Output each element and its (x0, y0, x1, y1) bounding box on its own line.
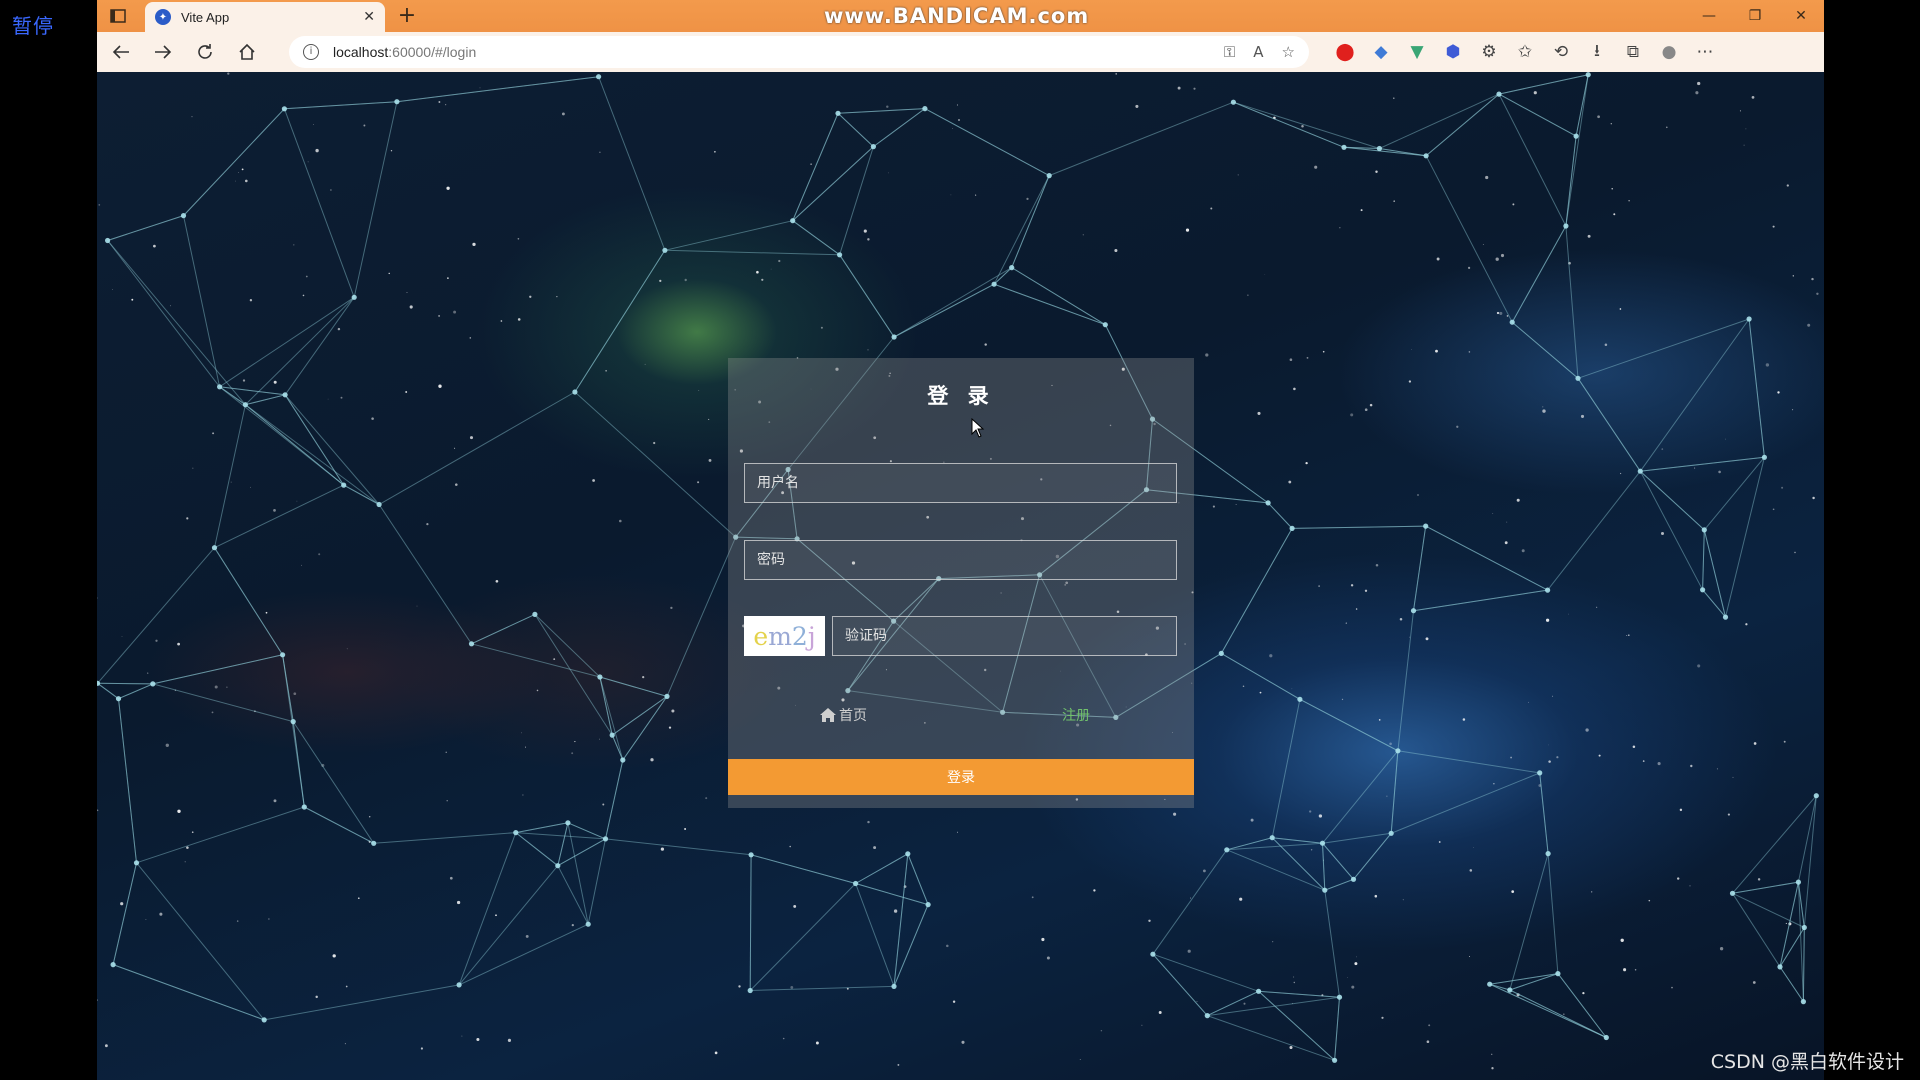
login-card: 登 录 e m 2 j 首页 注册 (728, 358, 1194, 808)
adblock-extension-icon[interactable]: ⬤ (1327, 42, 1363, 62)
forward-arrow-icon (155, 45, 172, 59)
recording-pause-label[interactable]: 暂停 (12, 10, 54, 39)
captcha-char: e (753, 621, 769, 651)
mouse-cursor-icon (971, 418, 985, 438)
extension-badge-icon[interactable]: ⬢ (1435, 42, 1471, 62)
browser-toolbar: i localhost:60000/#/login ⚿ A ☆ ⬤ ◆ ▼ ⬢ … (97, 32, 1824, 72)
history-icon[interactable]: ⟲ (1543, 42, 1579, 62)
collections-icon[interactable]: ⧉ (1615, 42, 1651, 62)
back-button[interactable] (103, 36, 139, 68)
captcha-char: 2 (791, 621, 808, 651)
close-window-button[interactable]: ✕ (1778, 0, 1824, 32)
vue-devtools-extension-icon[interactable]: ▼ (1399, 42, 1435, 62)
captcha-char: j (807, 621, 816, 651)
minimize-button[interactable]: — (1686, 0, 1732, 32)
add-favorite-icon[interactable]: ☆ (1282, 43, 1295, 61)
tab-actions-button[interactable] (105, 6, 131, 26)
home-icon (239, 43, 255, 60)
captcha-image[interactable]: e m 2 j (744, 616, 825, 656)
downloads-icon[interactable]: ⭳ (1579, 38, 1615, 67)
username-input[interactable] (744, 463, 1177, 503)
password-input[interactable] (744, 540, 1177, 580)
browser-tab[interactable]: ✦ Vite App ✕ (145, 2, 385, 32)
captcha-input[interactable] (832, 616, 1177, 656)
register-link[interactable]: 注册 (1062, 705, 1090, 725)
vite-favicon-icon: ✦ (155, 9, 171, 25)
back-arrow-icon (112, 45, 129, 59)
bandicam-watermark: www.BANDICAM.com (824, 4, 1090, 28)
more-menu-icon[interactable]: ⋯ (1687, 42, 1723, 62)
new-tab-button[interactable]: + (395, 4, 419, 28)
refresh-button[interactable] (187, 36, 223, 68)
home-link-label: 首页 (839, 708, 867, 724)
login-title: 登 录 (927, 384, 995, 408)
browser-window: ✦ Vite App ✕ + www.BANDICAM.com — ❐ ✕ i … (97, 0, 1824, 1080)
home-link[interactable]: 首页 (819, 705, 867, 725)
favorites-icon[interactable]: ✩ (1507, 42, 1543, 62)
url-path: :60000/#/login (388, 44, 477, 60)
tab-title: Vite App (181, 9, 230, 25)
tab-close-icon[interactable]: ✕ (363, 9, 375, 25)
title-bar: ✦ Vite App ✕ + www.BANDICAM.com — ❐ ✕ (97, 0, 1824, 32)
captcha-char: m (768, 621, 792, 651)
csdn-watermark: CSDN @黑白软件设计 (1710, 1051, 1904, 1073)
login-submit-button[interactable]: 登录 (728, 759, 1194, 795)
restore-button[interactable]: ❐ (1732, 0, 1778, 32)
address-bar[interactable]: i localhost:60000/#/login ⚿ A ☆ (289, 36, 1309, 68)
url-host: localhost (333, 44, 389, 60)
forward-button[interactable] (145, 36, 181, 68)
window-controls: — ❐ ✕ (1686, 0, 1824, 32)
profile-avatar-icon[interactable]: ● (1651, 42, 1687, 62)
extensions-icon[interactable]: ⚙ (1471, 42, 1507, 62)
read-aloud-icon[interactable]: A (1253, 43, 1263, 61)
home-button[interactable] (229, 36, 265, 68)
site-info-icon[interactable]: i (303, 44, 319, 60)
translate-extension-icon[interactable]: ◆ (1363, 42, 1399, 62)
home-icon (820, 708, 836, 722)
extensions-area: ⬤ ◆ ▼ ⬢ ⚙ ✩ ⟲ ⭳ ⧉ ● ⋯ (1327, 36, 1723, 68)
url-text[interactable]: localhost:60000/#/login (333, 44, 1206, 60)
key-icon[interactable]: ⚿ (1224, 43, 1235, 61)
refresh-icon (198, 44, 212, 59)
tab-actions-icon (110, 9, 126, 23)
page-viewport: 登 录 e m 2 j 首页 注册 登录 (97, 72, 1824, 1080)
